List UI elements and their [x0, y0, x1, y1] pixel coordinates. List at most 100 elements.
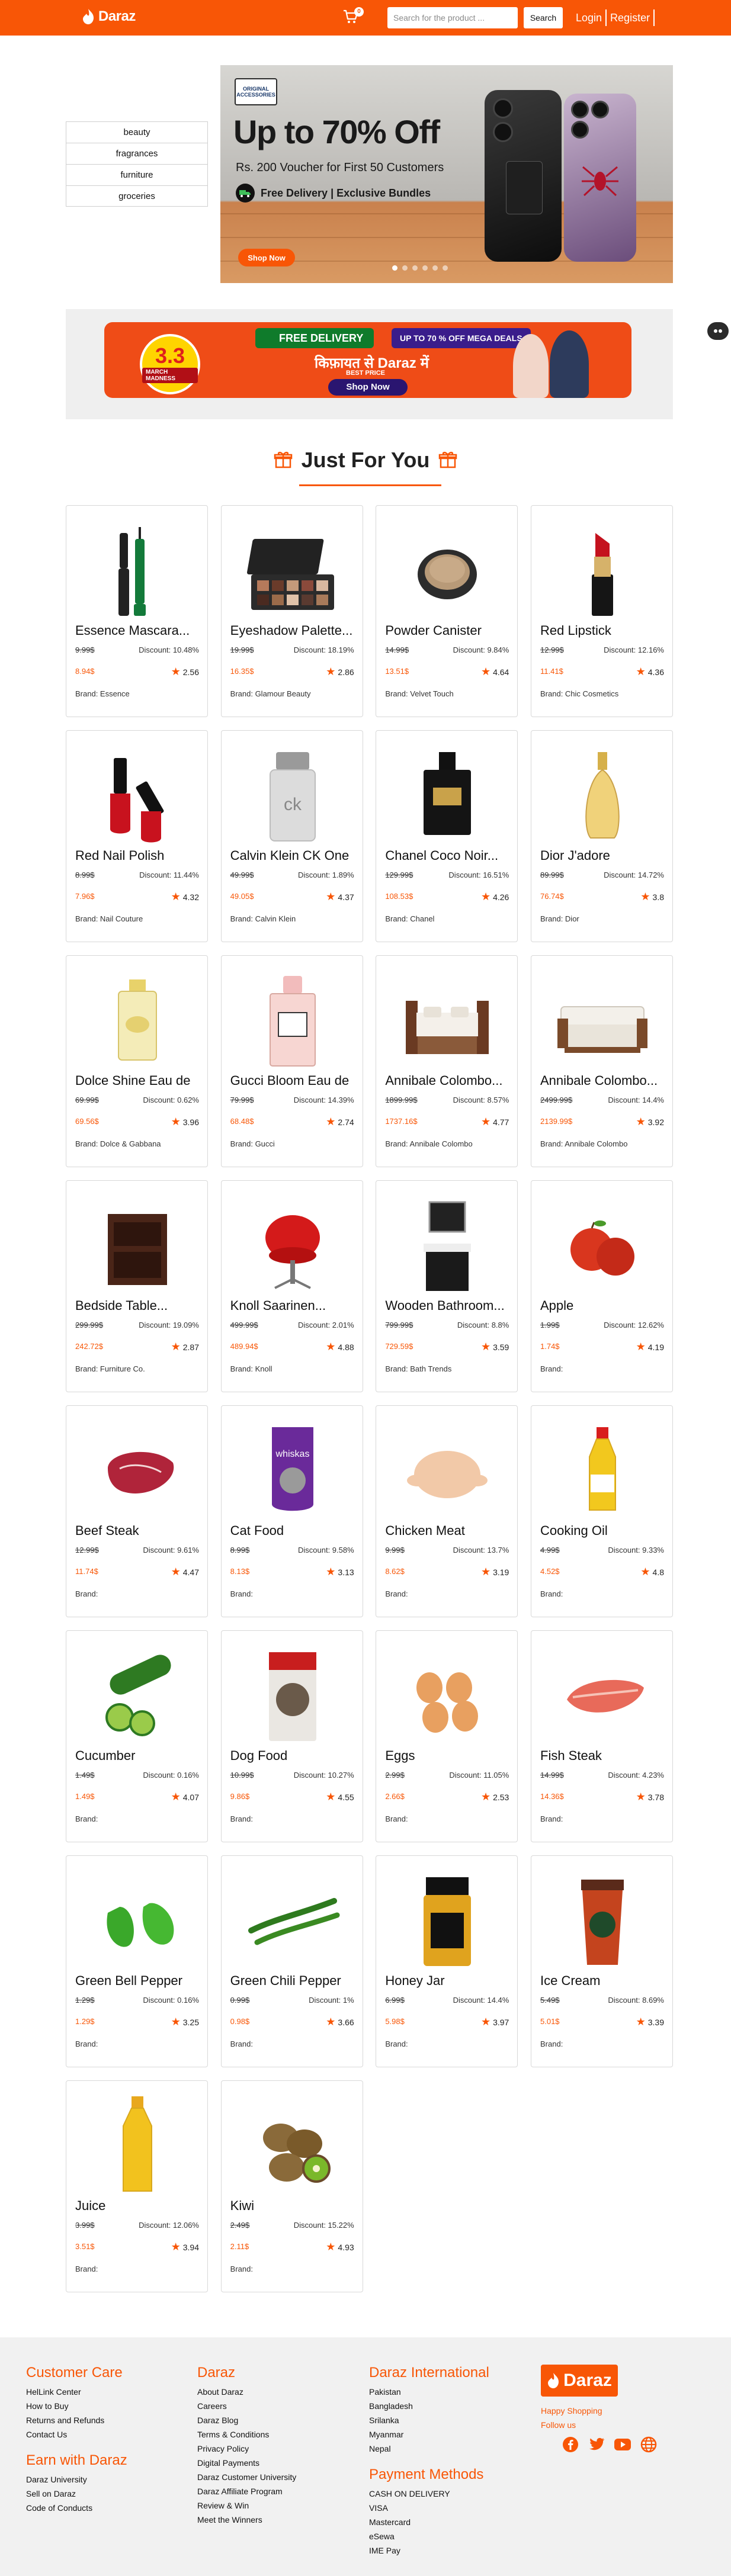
- category-fragrances[interactable]: fragrances: [66, 143, 208, 164]
- footer-logo[interactable]: Daraz: [541, 2365, 618, 2397]
- product-card[interactable]: Eggs 2.99$ Discount: 11.05% 2.66$ ★ 2.53 Brand…: [376, 1630, 518, 1842]
- product-rating: ★ 4.32: [171, 891, 199, 903]
- banner-shop-now-button[interactable]: Shop Now: [238, 249, 295, 266]
- product-card[interactable]: Chanel Coco Noir... 129.99$ Discount: 16.5…: [376, 730, 518, 942]
- globe-icon[interactable]: [640, 2436, 658, 2453]
- cart-button[interactable]: 0: [342, 7, 364, 26]
- product-rating: ★ 4.26: [481, 891, 509, 903]
- footer-link[interactable]: Pakistan: [369, 2385, 489, 2399]
- register-link[interactable]: Register: [610, 12, 650, 24]
- footer-link[interactable]: eSewa: [369, 2529, 489, 2543]
- footer-link[interactable]: Meet the Winners: [197, 2513, 296, 2527]
- product-old-price: 3.99$: [75, 2221, 95, 2230]
- product-card[interactable]: Dog Food 10.99$ Discount: 10.27% 9.86$ ★ 4.55…: [220, 1630, 363, 1842]
- facebook-icon[interactable]: [562, 2436, 579, 2453]
- category-furniture[interactable]: furniture: [66, 164, 208, 185]
- product-brand: Brand:: [230, 1814, 253, 1823]
- footer-link[interactable]: Daraz University: [26, 2472, 127, 2487]
- product-card[interactable]: Bedside Table... 299.99$ Discount: 19.09% 2…: [66, 1180, 208, 1392]
- product-card[interactable]: Annibale Colombo... 1899.99$ Discount: 8.5…: [376, 955, 518, 1167]
- footer-link[interactable]: Digital Payments: [197, 2456, 296, 2470]
- product-card[interactable]: Wooden Bathroom... 799.99$ Discount: 8.8% 7…: [376, 1180, 518, 1392]
- product-discount: Discount: 9.58%: [297, 1546, 354, 1554]
- product-card[interactable]: Gucci Bloom Eau de 79.99$ Discount: 14.39%…: [220, 955, 363, 1167]
- footer-link[interactable]: Daraz Affiliate Program: [197, 2484, 296, 2498]
- product-card[interactable]: Chicken Meat 9.99$ Discount: 13.7% 8.62$ ★ 3.…: [376, 1405, 518, 1617]
- product-card[interactable]: ck Calvin Klein CK One 49.99$ Discount: 1.8…: [220, 730, 363, 942]
- search-input[interactable]: [387, 7, 518, 28]
- palette-icon: [239, 515, 346, 622]
- product-card[interactable]: Honey Jar 6.99$ Discount: 14.4% 5.98$ ★ 3.97 B…: [376, 1855, 518, 2067]
- search-button[interactable]: Search: [524, 7, 563, 28]
- category-groceries[interactable]: groceries: [66, 185, 208, 207]
- footer-link[interactable]: Terms & Conditions: [197, 2427, 296, 2442]
- product-card[interactable]: whiskas Cat Food 8.99$ Discount: 9.58% 8.13$…: [220, 1405, 363, 1617]
- carousel-dot[interactable]: [432, 265, 438, 271]
- login-link[interactable]: Login: [576, 12, 602, 24]
- footer-link[interactable]: Bangladesh: [369, 2399, 489, 2413]
- product-card[interactable]: Cooking Oil 4.99$ Discount: 9.33% 4.52$ ★ 4.8…: [531, 1405, 673, 1617]
- product-card[interactable]: Green Bell Pepper 1.29$ Discount: 0.16% 1.2…: [66, 1855, 208, 2067]
- footer-link[interactable]: HelLink Center: [26, 2385, 127, 2399]
- footer-link[interactable]: Srilanka: [369, 2413, 489, 2427]
- footer-link[interactable]: Daraz Customer University: [197, 2470, 296, 2484]
- footer-link[interactable]: Nepal: [369, 2442, 489, 2456]
- product-card[interactable]: Beef Steak 12.99$ Discount: 9.61% 11.74$ ★ 4.…: [66, 1405, 208, 1617]
- footer-link[interactable]: Sell on Daraz: [26, 2487, 127, 2501]
- youtube-icon[interactable]: [614, 2436, 631, 2453]
- carousel-dot[interactable]: [402, 265, 408, 271]
- product-brand: Brand:: [540, 1364, 563, 1373]
- product-card[interactable]: Ice Cream 5.49$ Discount: 8.69% 5.01$ ★ 3.39 B…: [531, 1855, 673, 2067]
- footer-link[interactable]: Privacy Policy: [197, 2442, 296, 2456]
- promo-shop-now-button[interactable]: Shop Now: [328, 379, 408, 396]
- product-card[interactable]: Apple 1.99$ Discount: 12.62% 1.74$ ★ 4.19 Bran…: [531, 1180, 673, 1392]
- footer-link[interactable]: Contact Us: [26, 2427, 127, 2442]
- footer-link[interactable]: Myanmar: [369, 2427, 489, 2442]
- footer-link[interactable]: Daraz Blog: [197, 2413, 296, 2427]
- product-card[interactable]: Dolce Shine Eau de 69.99$ Discount: 0.62% 6…: [66, 955, 208, 1167]
- product-discount: Discount: 14.4%: [608, 1096, 664, 1104]
- product-card[interactable]: Dior J'adore 89.99$ Discount: 14.72% 76.74$…: [531, 730, 673, 942]
- footer-link[interactable]: Mastercard: [369, 2515, 489, 2529]
- footer-link[interactable]: VISA: [369, 2501, 489, 2515]
- product-card[interactable]: Essence Mascara... 9.99$ Discount: 10.48% 8…: [66, 505, 208, 717]
- product-card[interactable]: Powder Canister 14.99$ Discount: 9.84% 13.5…: [376, 505, 518, 717]
- footer-link[interactable]: Careers: [197, 2399, 296, 2413]
- carousel-dot[interactable]: [392, 265, 397, 271]
- product-card[interactable]: Cucumber 1.49$ Discount: 0.16% 1.49$ ★ 4.07 Br…: [66, 1630, 208, 1842]
- footer-link[interactable]: Review & Win: [197, 2498, 296, 2513]
- product-price: 2.66$: [385, 1792, 405, 1801]
- carousel-dot[interactable]: [443, 265, 448, 271]
- product-price: 2.11$: [230, 2242, 249, 2251]
- footer-link[interactable]: About Daraz: [197, 2385, 296, 2399]
- product-card[interactable]: Fish Steak 14.99$ Discount: 4.23% 14.36$ ★ 3.…: [531, 1630, 673, 1842]
- social-links: [562, 2436, 658, 2453]
- product-card[interactable]: Annibale Colombo... 2499.99$ Discount: 14.…: [531, 955, 673, 1167]
- daraz-logo[interactable]: Daraz: [82, 8, 136, 25]
- footer-link[interactable]: IME Pay: [369, 2543, 489, 2558]
- product-price: 13.51$: [385, 667, 409, 676]
- twitter-icon[interactable]: [588, 2436, 605, 2453]
- footer-link[interactable]: Returns and Refunds: [26, 2413, 127, 2427]
- product-card[interactable]: Green Chili Pepper 0.99$ Discount: 1% 0.98$…: [220, 1855, 363, 2067]
- product-card[interactable]: Knoll Saarinen... 499.99$ Discount: 2.01% 4…: [220, 1180, 363, 1392]
- product-price: 8.62$: [385, 1567, 405, 1576]
- product-card[interactable]: Eyeshadow Palette... 19.99$ Discount: 18.1…: [220, 505, 363, 717]
- star-icon: ★: [480, 1566, 491, 1578]
- floating-chat-button[interactable]: [707, 322, 729, 340]
- product-price: 14.36$: [540, 1792, 564, 1801]
- footer-link[interactable]: CASH ON DELIVERY: [369, 2487, 489, 2501]
- promo-banner[interactable]: 3.3 MARCH MADNESS FREE DELIVERY UP TO 70…: [104, 322, 631, 398]
- carousel-dot[interactable]: [412, 265, 418, 271]
- footer-link[interactable]: Code of Conducts: [26, 2501, 127, 2515]
- footer-link[interactable]: How to Buy: [26, 2399, 127, 2413]
- product-price: 16.35$: [230, 667, 254, 676]
- category-beauty[interactable]: beauty: [66, 121, 208, 143]
- product-card[interactable]: Red Lipstick 12.99$ Discount: 12.16% 11.41$…: [531, 505, 673, 717]
- product-card[interactable]: Juice 3.99$ Discount: 12.06% 3.51$ ★ 3.94 Bran…: [66, 2080, 208, 2292]
- carousel-dot[interactable]: [422, 265, 428, 271]
- product-card[interactable]: Kiwi 2.49$ Discount: 15.22% 2.11$ ★ 4.93 Brand…: [220, 2080, 363, 2292]
- product-card[interactable]: Red Nail Polish 8.99$ Discount: 11.44% 7.96…: [66, 730, 208, 942]
- footer-heading: Daraz International: [369, 2365, 489, 2381]
- hero-banner[interactable]: ORIGINAL ACCESSORIES Up to 70% Off Rs. 2…: [220, 65, 673, 283]
